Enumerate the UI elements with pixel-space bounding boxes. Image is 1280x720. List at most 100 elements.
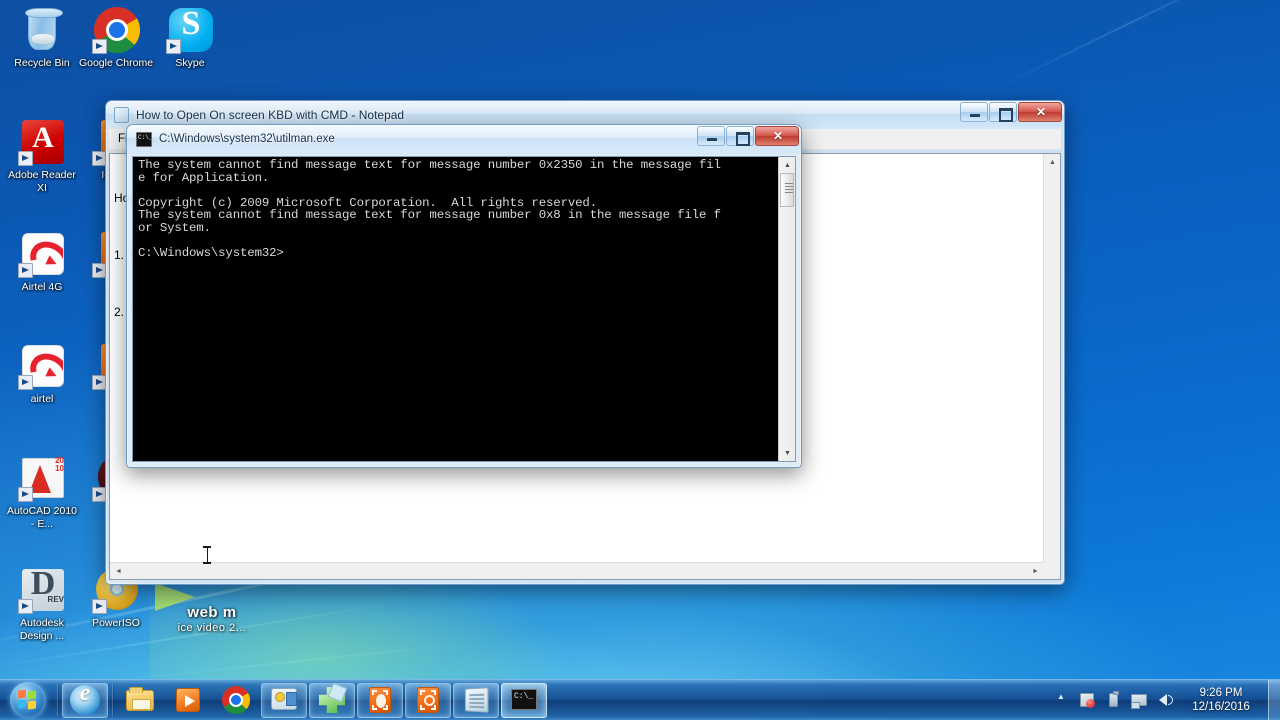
recycle-bin-icon [18,6,66,54]
wallpaper-streak [994,0,1266,90]
revit-tag-label: REV [47,595,64,604]
taskbar-screen-recorder[interactable] [357,682,403,718]
capture-icon [413,685,443,715]
taskbar-media-player[interactable] [165,683,211,718]
taskbar-internet-explorer[interactable] [62,682,108,718]
taskbar-divider [57,684,58,716]
media-player-icon [173,685,203,715]
chrome-icon [92,6,140,54]
desktop-icon-google-chrome[interactable]: Google Chrome [78,6,154,70]
control-panel-icon [269,685,299,715]
scrollbar-thumb[interactable] [780,173,794,207]
desktop-icon-label: Autodesk Design ... [19,617,65,642]
cmd-vertical-scrollbar[interactable]: ▲ ▼ [778,157,795,461]
resize-grip-icon[interactable] [1044,562,1060,579]
desktop-icon-recycle-bin[interactable]: Recycle Bin [4,6,80,70]
cmd-window-buttons[interactable] [696,126,799,146]
desktop-icon-label: Skype [175,57,205,69]
scroll-down-icon[interactable]: ▼ [779,445,796,461]
adobe-icon [18,118,66,166]
shortcut-arrow-icon [18,599,33,614]
recorder-icon [365,685,395,715]
chrome-icon [221,685,251,715]
skype-icon [166,5,214,54]
start-button[interactable] [2,681,54,720]
windows-orb-icon [10,682,46,718]
notepad-horizontal-scrollbar[interactable]: ◄ ► [110,562,1044,579]
desktop-icon-airtel-4g[interactable]: Airtel 4G [4,230,80,294]
show-hidden-icons-button[interactable] [1051,690,1071,710]
shortcut-arrow-icon [166,39,181,54]
desktop-icon-label: Airtel 4G [21,281,63,293]
tray-volume-icon[interactable] [1155,690,1175,710]
cmd-icon [136,132,152,147]
scroll-right-icon[interactable]: ► [1027,563,1044,580]
notepad-close-button[interactable] [1018,102,1062,122]
desktop[interactable]: Recycle Bin Google Chrome Skype Adobe Re… [0,0,1280,720]
cmd-titlebar[interactable]: C:\Windows\system32\utilman.exe [127,125,801,153]
cmd-title: C:\Windows\system32\utilman.exe [159,133,335,145]
desktop-icon-label: Google Chrome [78,57,154,69]
scroll-left-icon[interactable]: ◄ [110,563,127,580]
notepad-window-buttons[interactable] [959,102,1062,122]
shortcut-arrow-icon [18,487,33,502]
taskbar-command-prompt[interactable] [501,682,547,718]
notepad-vertical-scrollbar[interactable]: ▲ ▼ [1043,154,1060,579]
desktop-icon-airtel[interactable]: airtel [4,342,80,406]
command-prompt-window[interactable]: C:\Windows\system32\utilman.exe The syst… [126,124,802,468]
cmd-output-text[interactable]: The system cannot find message text for … [133,157,778,461]
desktop-icon-label: Recycle Bin [14,57,70,69]
desktop-icon-autodesk-design[interactable]: REV Autodesk Design ... [4,566,80,642]
puzzle-icon [317,682,348,715]
watermark-title: web m [187,604,237,621]
desktop-icon-label: airtel [30,393,54,405]
notepad-minimize-button[interactable] [960,102,988,122]
taskbar-windows-explorer[interactable] [117,683,163,718]
show-desktop-button[interactable] [1268,679,1280,720]
text-cursor-icon [203,546,211,564]
taskbar-control-panel[interactable] [261,682,307,718]
cmd-close-button[interactable] [755,126,799,146]
notepad-maximize-button[interactable] [989,102,1017,122]
wallpaper-streak [120,641,480,681]
notepad-icon [461,685,491,715]
airtel-icon [18,342,66,390]
cmd-maximize-button[interactable] [726,126,754,146]
desktop-icon-label: Adobe Reader XI [8,169,76,194]
notepad-title: How to Open On screen KBD with CMD - Not… [136,108,405,122]
airtel-icon [18,230,66,278]
desktop-icon-autocad-2010[interactable]: 20 10 AutoCAD 2010 - E... [4,454,80,530]
watermark-subtitle: ice video 2... [177,622,247,634]
desktop-icon-label: AutoCAD 2010 - E... [6,505,78,530]
taskbar-puzzle-app[interactable] [309,682,355,718]
desktop-icon-skype[interactable]: Skype [152,5,228,70]
taskbar-notepad[interactable] [453,682,499,718]
autocad-icon: 20 10 [18,454,66,502]
desktop-icon-label: PowerISO [92,617,140,629]
taskbar-screen-capture[interactable] [405,682,451,718]
scroll-up-icon[interactable]: ▲ [779,157,796,173]
internet-explorer-icon [70,685,100,715]
taskbar-divider [112,684,113,716]
taskbar-google-chrome[interactable] [213,683,259,718]
folder-icon [125,685,155,715]
shortcut-arrow-icon [18,151,33,166]
tray-action-center-icon[interactable] [1077,690,1097,710]
revit-icon: REV [18,566,66,614]
scroll-up-icon[interactable]: ▲ [1044,154,1061,171]
shortcut-arrow-icon [92,39,107,54]
cmd-console-area[interactable]: The system cannot find message text for … [132,156,796,462]
shortcut-arrow-icon [18,375,33,390]
system-tray[interactable]: 9:26 PM 12/16/2016 [1048,679,1280,720]
tray-battery-icon[interactable] [1103,690,1123,710]
clock[interactable]: 9:26 PM 12/16/2016 [1178,686,1264,714]
notepad-icon [114,107,129,123]
tray-network-icon[interactable] [1129,690,1149,710]
cmd-icon [509,685,539,715]
watermark: web m ice video 2... [152,604,272,634]
shortcut-arrow-icon [92,599,107,614]
shortcut-arrow-icon [18,263,33,278]
cmd-minimize-button[interactable] [697,126,725,146]
desktop-icon-adobe-reader-xi[interactable]: Adobe Reader XI [4,118,80,194]
taskbar[interactable]: 9:26 PM 12/16/2016 [0,679,1280,720]
